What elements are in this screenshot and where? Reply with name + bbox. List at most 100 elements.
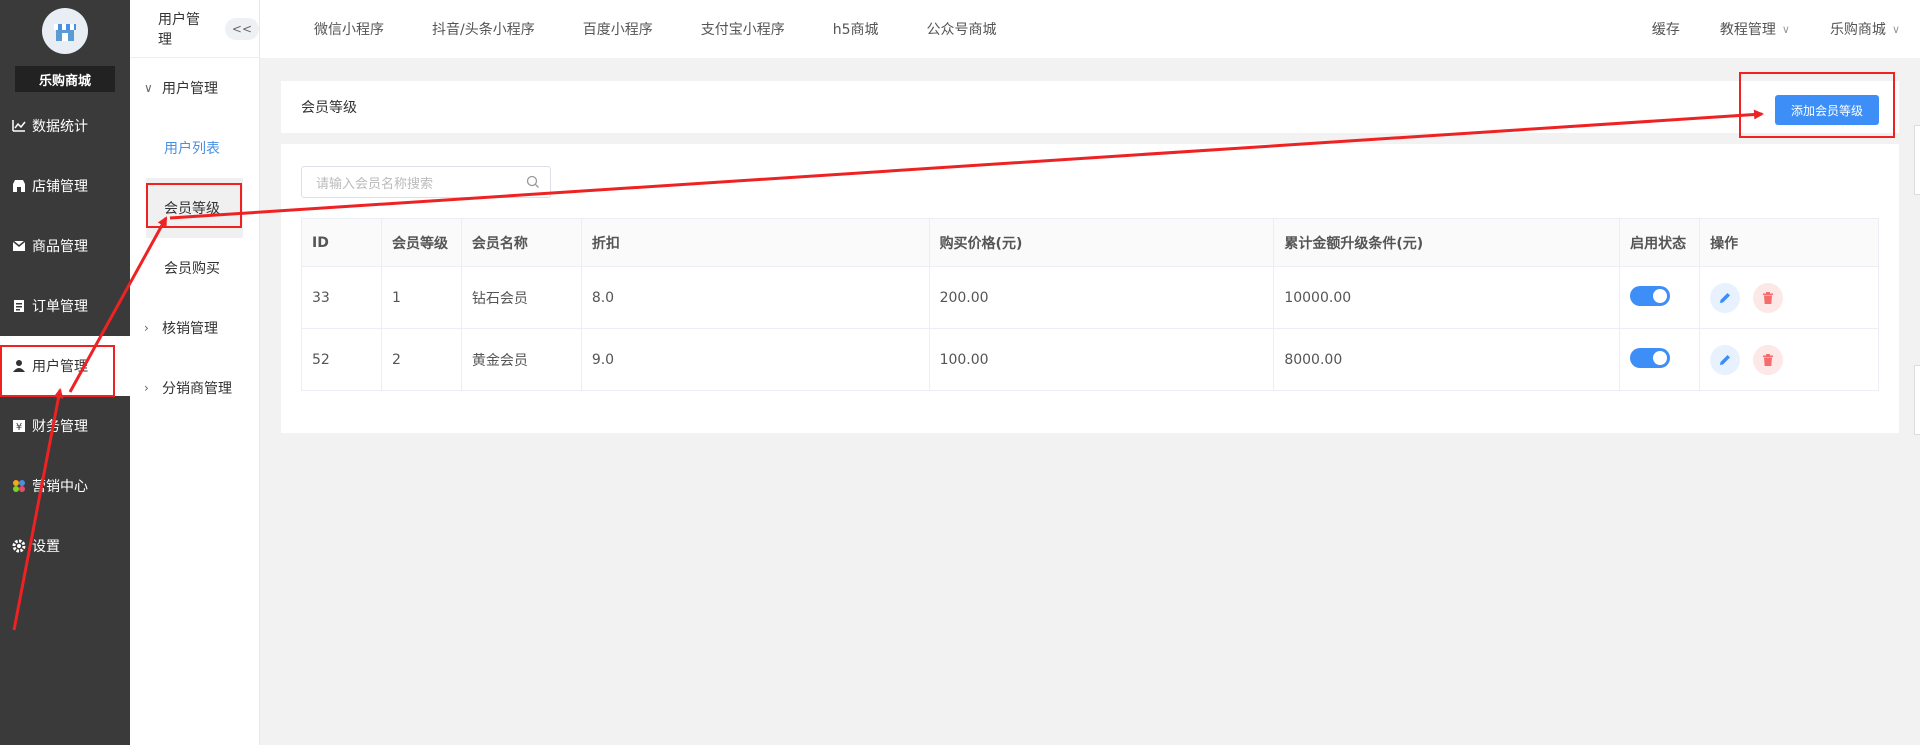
subnav-group-distributor[interactable]: › 分销商管理 bbox=[130, 358, 259, 418]
annotation-box-add-button bbox=[1739, 72, 1895, 138]
table-row: 33 1 钻石会员 8.0 200.00 10000.00 bbox=[301, 266, 1879, 329]
edge-panel-tab bbox=[1914, 125, 1920, 195]
cache-button[interactable]: 缓存 bbox=[1652, 19, 1680, 39]
subnav-group-label: 用户管理 bbox=[162, 81, 218, 97]
store-name: 乐购商城 bbox=[15, 66, 115, 92]
chevron-right-icon: › bbox=[144, 321, 149, 335]
search-placeholder: 请输入会员名称搜索 bbox=[316, 176, 434, 192]
cell-level: 2 bbox=[380, 328, 462, 391]
sidebar-item-marketing[interactable]: 营销中心 bbox=[0, 456, 130, 516]
cell-status bbox=[1619, 266, 1701, 329]
edit-button[interactable] bbox=[1710, 344, 1741, 375]
sidebar-item-label: 数据统计 bbox=[32, 119, 88, 135]
cell-name: 钻石会员 bbox=[460, 266, 582, 329]
trash-icon bbox=[1762, 353, 1773, 366]
table-header-row: ID 会员等级 会员名称 折扣 购买价格(元) 累计金额升级条件(元) 启用状态… bbox=[301, 218, 1879, 267]
top-right-menu: 缓存 教程管理 ∨ 乐购商城 ∨ bbox=[1612, 0, 1900, 58]
cell-discount: 9.0 bbox=[580, 328, 930, 391]
sidebar-item-shop[interactable]: 店铺管理 bbox=[0, 156, 130, 216]
sidebar-item-label: 营销中心 bbox=[32, 479, 88, 495]
sidebar-item-label: 商品管理 bbox=[32, 239, 88, 255]
delete-button[interactable] bbox=[1752, 344, 1783, 375]
search-icon[interactable] bbox=[526, 175, 540, 189]
cell-name: 黄金会员 bbox=[460, 328, 582, 391]
finance-icon: ¥ bbox=[12, 419, 26, 433]
content-card: 请输入会员名称搜索 ID 会员等级 会员名称 折扣 购买价格(元) 累计金额升级… bbox=[281, 144, 1899, 433]
sidebar-item-label: 订单管理 bbox=[32, 299, 88, 315]
col-header: 启用状态 bbox=[1619, 218, 1701, 267]
cell-id: 33 bbox=[301, 266, 382, 329]
subnav-group-label: 核销管理 bbox=[162, 321, 218, 337]
marketing-icon bbox=[12, 479, 26, 493]
tab-wechat-mini[interactable]: 微信小程序 bbox=[290, 19, 408, 39]
col-header: 会员名称 bbox=[460, 218, 582, 267]
table-row: 52 2 黄金会员 9.0 100.00 8000.00 bbox=[301, 328, 1879, 391]
col-header: 会员等级 bbox=[380, 218, 462, 267]
sub-sidebar-header: 用户管理 << bbox=[130, 0, 259, 58]
cell-price: 100.00 bbox=[928, 328, 1275, 391]
tab-official-account[interactable]: 公众号商城 bbox=[903, 19, 1021, 39]
trash-icon bbox=[1762, 291, 1773, 304]
page-title: 会员等级 bbox=[301, 100, 357, 116]
store-logo bbox=[42, 8, 88, 54]
col-header: 购买价格(元) bbox=[928, 218, 1275, 267]
enable-toggle[interactable] bbox=[1630, 347, 1671, 368]
subnav-item-member-buy[interactable]: 会员购买 bbox=[130, 238, 259, 298]
shop-icon bbox=[12, 179, 26, 193]
svg-text:¥: ¥ bbox=[16, 422, 22, 433]
annotation-box-member-level bbox=[146, 183, 242, 228]
store-label: 乐购商城 bbox=[1829, 22, 1886, 38]
cell-condition: 8000.00 bbox=[1273, 328, 1621, 391]
top-bar: 微信小程序 抖音/头条小程序 百度小程序 支付宝小程序 h5商城 公众号商城 缓… bbox=[260, 0, 1920, 58]
sub-sidebar-title: 用户管理 bbox=[158, 11, 200, 48]
delete-button[interactable] bbox=[1752, 282, 1783, 313]
col-header: 累计金额升级条件(元) bbox=[1273, 218, 1621, 267]
col-header: 折扣 bbox=[580, 218, 930, 267]
cell-level: 1 bbox=[380, 266, 462, 329]
subnav-group-verify[interactable]: › 核销管理 bbox=[130, 298, 259, 358]
pencil-icon bbox=[1720, 354, 1731, 365]
col-header: ID bbox=[301, 218, 382, 267]
cache-label: 缓存 bbox=[1651, 22, 1680, 38]
cell-discount: 8.0 bbox=[580, 266, 930, 329]
sidebar-item-settings[interactable]: 设置 bbox=[0, 516, 130, 576]
search-input[interactable]: 请输入会员名称搜索 bbox=[301, 166, 551, 198]
tab-alipay-mini[interactable]: 支付宝小程序 bbox=[677, 19, 809, 39]
cell-condition: 10000.00 bbox=[1273, 266, 1621, 329]
sub-sidebar: 用户管理 << ∨ 用户管理 用户列表 会员等级 会员购买 › 核销管理 › 分… bbox=[130, 0, 260, 745]
cell-price: 200.00 bbox=[928, 266, 1275, 329]
chevron-down-icon: ∨ bbox=[1781, 22, 1790, 36]
tutorial-dropdown[interactable]: 教程管理 ∨ bbox=[1720, 19, 1790, 39]
box-icon bbox=[12, 239, 26, 253]
annotation-box-users bbox=[0, 345, 115, 397]
edge-panel-tab bbox=[1914, 365, 1920, 435]
tutorial-label: 教程管理 bbox=[1719, 22, 1776, 38]
col-header: 操作 bbox=[1699, 218, 1879, 267]
member-level-table: ID 会员等级 会员名称 折扣 购买价格(元) 累计金额升级条件(元) 启用状态… bbox=[301, 218, 1879, 391]
collapse-button[interactable]: << bbox=[224, 17, 259, 40]
subnav-group-user[interactable]: ∨ 用户管理 bbox=[130, 58, 259, 118]
chevron-down-icon: ∨ bbox=[144, 81, 153, 95]
edit-button[interactable] bbox=[1710, 282, 1741, 313]
gear-icon bbox=[12, 539, 26, 553]
tab-baidu-mini[interactable]: 百度小程序 bbox=[559, 19, 677, 39]
chart-line-icon bbox=[12, 119, 26, 133]
tab-douyin-mini[interactable]: 抖音/头条小程序 bbox=[408, 19, 559, 39]
subnav-group-label: 分销商管理 bbox=[162, 381, 232, 397]
order-icon bbox=[12, 299, 26, 313]
chevron-right-icon: › bbox=[144, 381, 149, 395]
sidebar-item-label: 店铺管理 bbox=[32, 179, 88, 195]
chevron-down-icon: ∨ bbox=[1891, 22, 1900, 36]
subnav-item-user-list[interactable]: 用户列表 bbox=[130, 118, 259, 178]
sidebar-item-statistics[interactable]: 数据统计 bbox=[0, 96, 130, 156]
logo-area: 乐购商城 bbox=[0, 0, 130, 96]
store-dropdown[interactable]: 乐购商城 ∨ bbox=[1830, 19, 1900, 39]
sidebar-item-finance[interactable]: ¥ 财务管理 bbox=[0, 396, 130, 456]
sidebar-item-goods[interactable]: 商品管理 bbox=[0, 216, 130, 276]
sidebar-item-label: 财务管理 bbox=[32, 419, 88, 435]
cell-status bbox=[1619, 328, 1701, 391]
sidebar-item-orders[interactable]: 订单管理 bbox=[0, 276, 130, 336]
enable-toggle[interactable] bbox=[1630, 285, 1671, 306]
page-header-card: 会员等级 bbox=[281, 81, 1899, 133]
tab-h5-mall[interactable]: h5商城 bbox=[809, 19, 903, 39]
